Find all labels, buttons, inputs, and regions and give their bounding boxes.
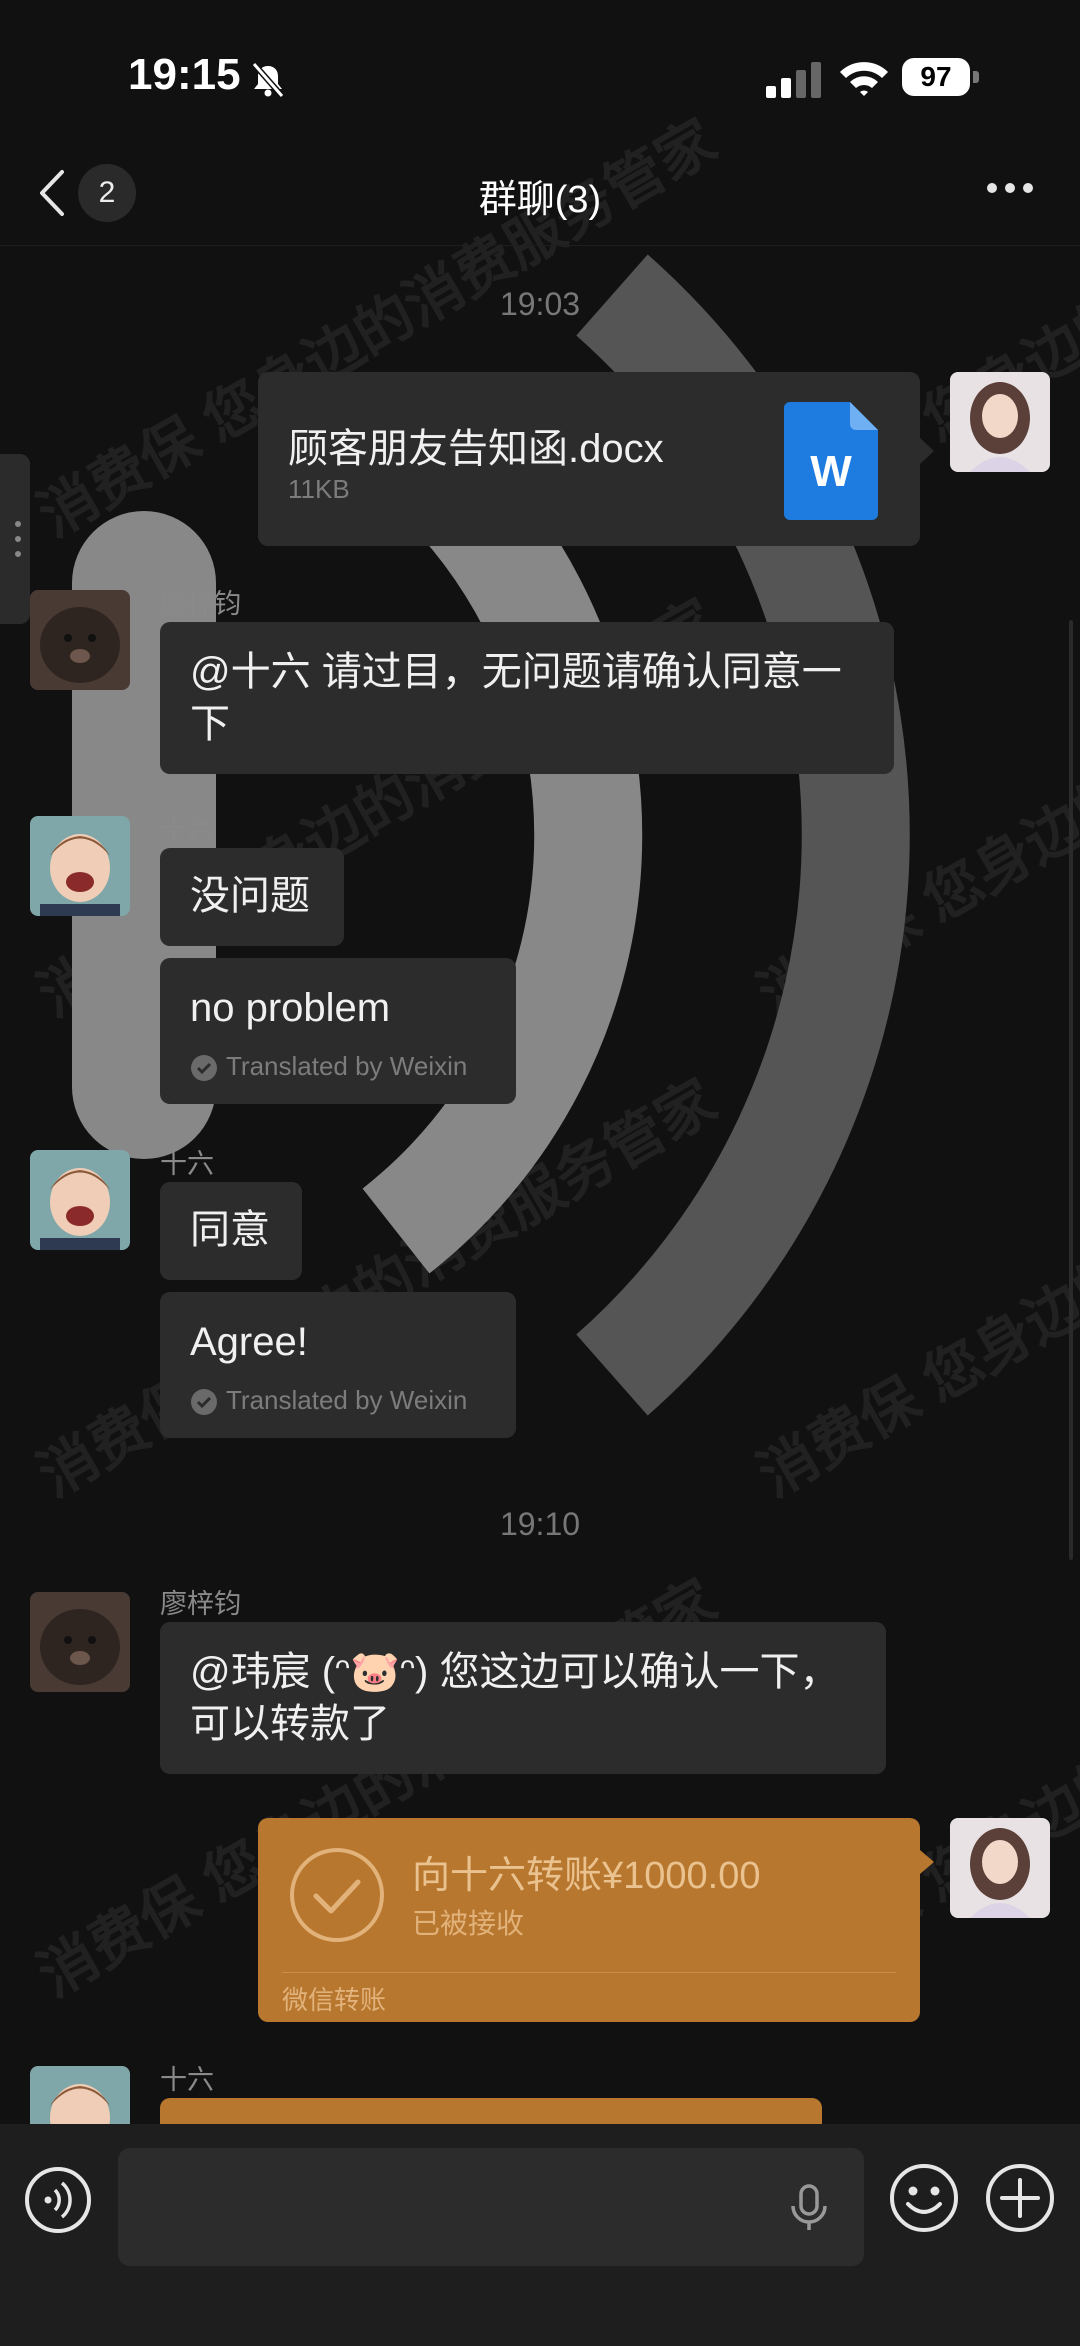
text-message[interactable]: @十六 请过目，无问题请确认同意一 下 (160, 622, 894, 774)
avatar-liao[interactable] (30, 590, 130, 690)
transfer-divider (282, 1972, 896, 1973)
message-text-line: 下 (190, 702, 230, 746)
sender-name: 廖梓钧 (160, 1589, 241, 1619)
status-time: 19:15 (128, 50, 241, 99)
translated-by: Translated by Weixin (190, 1040, 486, 1092)
transfer-label: 微信转账 (282, 1985, 387, 2015)
text-message[interactable]: @玮宸 (ᵔ🐷ᵔ) 您这边可以确认一下， 可以转款了 (160, 1622, 886, 1774)
more-options-icon[interactable] (984, 178, 1036, 198)
message-text: 没问题 (190, 874, 310, 918)
scrollbar[interactable] (1069, 620, 1073, 1560)
emoji-icon[interactable] (888, 2162, 960, 2234)
translation-text: no problem (190, 986, 391, 1030)
text-message[interactable]: 没问题 (160, 848, 344, 946)
translation-bubble[interactable]: Agree! Translated by Weixin (160, 1292, 516, 1438)
check-received-icon (290, 1848, 384, 1942)
microphone-icon[interactable] (788, 2184, 830, 2232)
nav-divider (0, 245, 1080, 246)
sender-name: 廖梓钧 (160, 589, 241, 619)
sender-name: 十六 (160, 2065, 214, 2095)
battery-level: 97 (902, 58, 970, 96)
transfer-message-partial[interactable] (160, 2098, 822, 2124)
transfer-amount: 向十六转账¥1000.00 (412, 1855, 761, 1897)
check-circle-icon (191, 1055, 217, 1082)
message-input[interactable] (118, 2148, 864, 2266)
translation-bubble[interactable]: no problem Translated by Weixin (160, 958, 516, 1104)
avatar-self[interactable] (950, 1818, 1050, 1918)
bubble-tail (920, 438, 934, 464)
input-toolbar (0, 2124, 1080, 2346)
timestamp: 19:03 (499, 286, 581, 322)
transfer-status: 已被接收 (412, 1908, 525, 1939)
message-text: 同意 (190, 1208, 270, 1252)
avatar-shiliu[interactable] (30, 1150, 130, 1250)
message-text-line: @十六 请过目，无问题请确认同意一 (190, 650, 842, 694)
avatar-self[interactable] (950, 372, 1050, 472)
cellular-signal-icon (766, 62, 821, 98)
avatar-liao[interactable] (30, 1592, 130, 1692)
bubble-tail (920, 1850, 934, 1874)
sender-name: 十六 (160, 815, 214, 845)
translated-by: Translated by Weixin (190, 1374, 486, 1426)
file-message[interactable]: 顾客朋友告知函.docx 11KB W (258, 372, 920, 546)
text-message[interactable]: 同意 (160, 1182, 302, 1280)
message-text-line: 可以转款了 (190, 1702, 390, 1746)
battery-indicator: 97 (902, 58, 980, 98)
avatar-shiliu[interactable] (30, 2066, 130, 2124)
check-circle-icon (191, 1389, 217, 1416)
file-name: 顾客朋友告知函.docx (288, 427, 664, 471)
voice-input-icon[interactable] (24, 2166, 92, 2234)
add-more-icon[interactable] (984, 2162, 1056, 2234)
file-size: 11KB (288, 474, 350, 504)
avatar-shiliu[interactable] (30, 816, 130, 916)
side-handle[interactable] (0, 454, 30, 624)
translation-text: Agree! (190, 1320, 308, 1364)
wifi-icon (840, 62, 888, 96)
timestamp: 19:10 (499, 1506, 581, 1542)
word-icon-letter: W (810, 447, 852, 496)
message-text-line: @玮宸 (ᵔ🐷ᵔ) 您这边可以确认一下， (190, 1650, 840, 1694)
word-document-icon: W (784, 402, 878, 520)
chat-title-text: 群聊(3) (478, 179, 602, 221)
transfer-message[interactable]: 向十六转账¥1000.00 已被接收 微信转账 (258, 1818, 920, 2022)
sender-name: 十六 (160, 1149, 214, 1179)
bell-off-icon (251, 62, 285, 98)
